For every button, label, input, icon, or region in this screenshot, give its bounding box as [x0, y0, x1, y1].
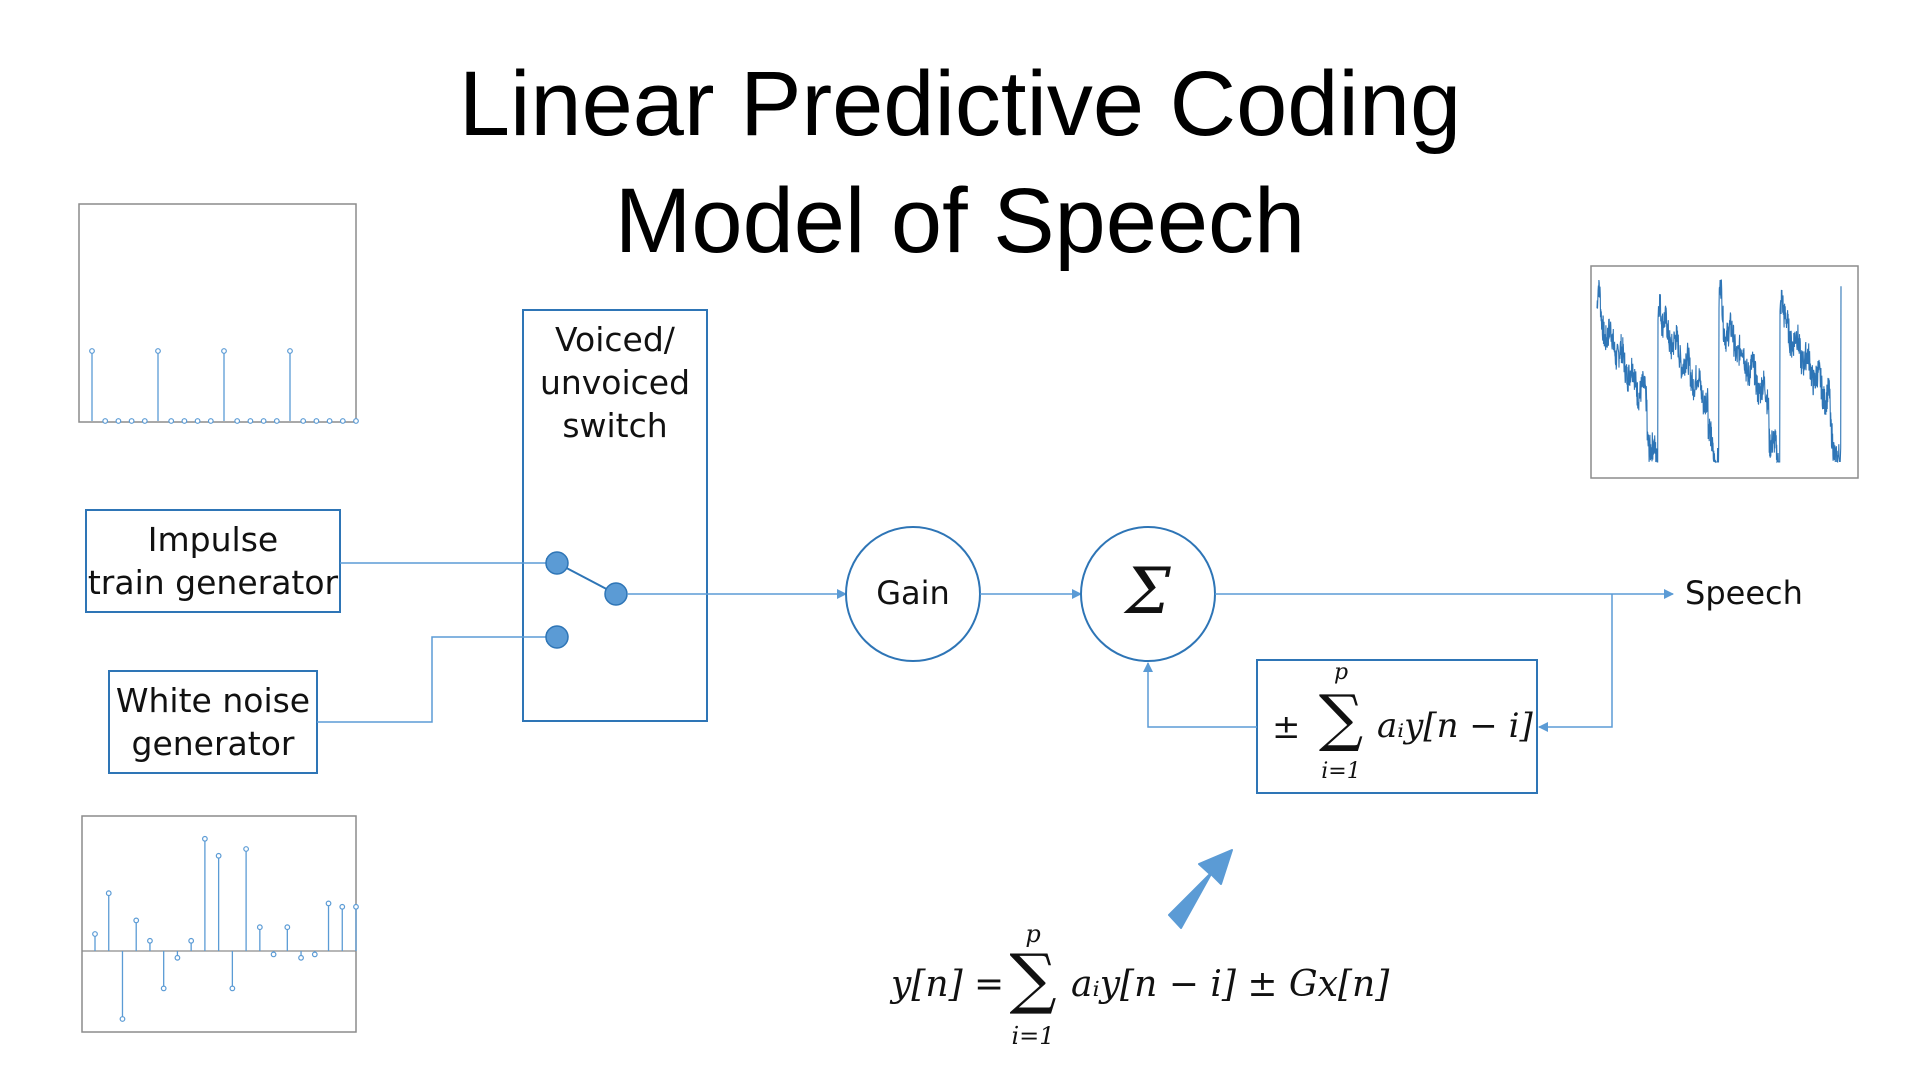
noise-sample-point	[174, 954, 181, 961]
impulse-sample-point	[353, 418, 359, 424]
noise-label-line1: White noise	[115, 681, 311, 720]
noise-sample-point	[92, 931, 98, 937]
noise-sample-point	[270, 951, 277, 958]
impulse-sample-point	[313, 418, 320, 424]
impulse-sample-point	[207, 418, 214, 424]
feedback-sum-bottom: i=1	[1321, 759, 1361, 784]
feedback-sigma: ∑	[1318, 681, 1364, 754]
switch-label-line3: switch	[562, 406, 668, 445]
impulse-sample-point	[273, 418, 280, 424]
switch-contact-voiced	[545, 551, 569, 575]
impulse-train-plot-frame	[78, 203, 357, 423]
formula-lhs: y[n] =	[891, 964, 1005, 1005]
switch-output-node	[604, 582, 628, 606]
noise-sample-point	[215, 852, 222, 859]
noise-sample-point	[284, 924, 291, 931]
sum-symbol: Σ	[1125, 555, 1171, 629]
noise-sample-point	[311, 951, 318, 958]
noise-sample-point	[339, 903, 346, 910]
noise-sample-point	[160, 985, 167, 992]
impulse-sample-point	[89, 348, 95, 354]
noise-sample-point	[133, 917, 140, 924]
noise-sample-point	[243, 846, 250, 852]
impulse-sample-point	[128, 418, 135, 424]
noise-to-switch-line	[317, 632, 556, 723]
output-to-feedback-line	[1538, 594, 1613, 732]
impulse-sample-point	[247, 418, 254, 424]
impulse-train-plot	[89, 348, 359, 424]
noise-sample-point	[147, 937, 153, 944]
impulse-sample-point	[115, 418, 122, 424]
noise-sample-point	[353, 903, 359, 910]
formula-sum-bottom: i=1	[1011, 1022, 1055, 1050]
impulse-sample-point	[339, 418, 346, 424]
impulse-sample-point	[326, 418, 333, 424]
speech-output-label: Speech	[1685, 574, 1803, 612]
noise-sample-point	[229, 985, 236, 992]
noise-sample-point	[119, 1016, 126, 1022]
impulse-sample-point	[141, 418, 148, 424]
impulse-sample-point	[194, 418, 201, 424]
noise-sample-point	[256, 924, 263, 931]
switch-label-line2: unvoiced	[539, 363, 691, 402]
impulse-sample-point	[155, 348, 161, 354]
pointer-arrow	[1168, 849, 1233, 929]
noise-sample-point	[201, 835, 208, 842]
impulse-sample-point	[300, 418, 307, 424]
noise-sample-point	[188, 937, 195, 944]
impulse-label-line2: train generator	[87, 563, 339, 602]
impulse-sample-point	[234, 418, 241, 424]
noise-label-line2: generator	[131, 724, 295, 763]
formula-rhs: aᵢy[n − i] ± Gx[n]	[1071, 964, 1390, 1005]
noise-sample-point	[105, 890, 112, 897]
feedback-to-sum-line	[1143, 662, 1257, 728]
switch-label: Voiced/ unvoiced switch	[523, 318, 707, 447]
noise-generator-label: White noise generator	[109, 679, 317, 765]
impulse-generator-label: Impulse train generator	[86, 518, 340, 604]
impulse-sample-point	[102, 418, 109, 424]
impulse-sample-point	[221, 348, 227, 354]
speech-waveform-plot	[1596, 279, 1842, 464]
feedback-body: aᵢy[n − i]	[1377, 706, 1533, 746]
impulse-sample-point	[181, 418, 188, 424]
switch-contact-unvoiced	[545, 625, 569, 649]
switch-label-line1: Voiced/	[555, 320, 675, 359]
impulse-sample-point	[168, 418, 175, 424]
noise-sample-point	[298, 954, 304, 961]
feedback-sign: ±	[1272, 707, 1301, 747]
white-noise-plot	[82, 835, 359, 1022]
gain-label: Gain	[876, 574, 950, 612]
speech-waveform-line	[1596, 279, 1842, 464]
impulse-sample-point	[260, 418, 267, 424]
impulse-sample-point	[287, 348, 293, 354]
formula-sigma: ∑	[1009, 940, 1057, 1017]
impulse-label-line1: Impulse	[147, 520, 279, 559]
noise-sample-point	[325, 900, 332, 907]
